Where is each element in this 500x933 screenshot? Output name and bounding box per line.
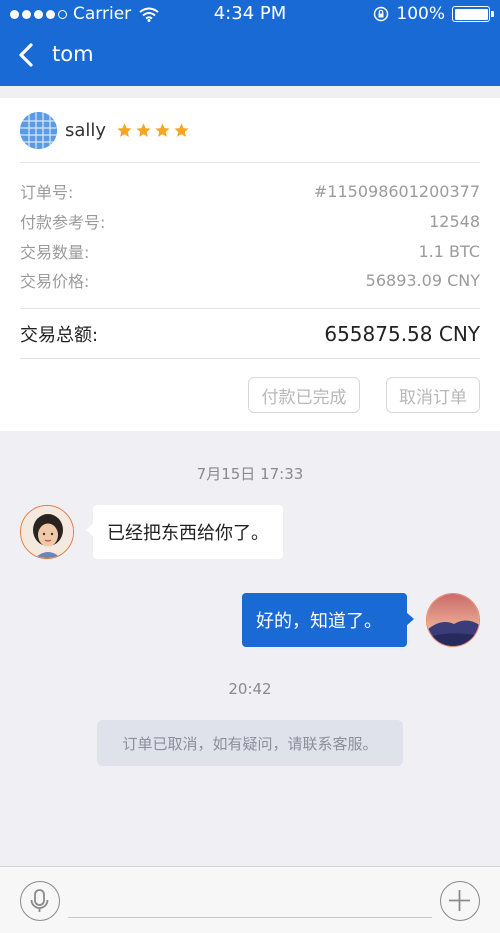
seller-avatar-image — [20, 112, 57, 149]
trade-price-label: 交易价格: — [20, 272, 90, 291]
voice-button[interactable] — [20, 881, 60, 921]
divider — [20, 162, 480, 163]
payment-ref-label: 付款参考号: — [20, 213, 106, 232]
total-value: 655875.58 CNY — [324, 322, 480, 346]
status-bar: Carrier 4:34 PM 100% — [0, 0, 500, 28]
order-card: sally 订单号: #115098601200377 付款参考号: 12548… — [0, 98, 500, 431]
star-icon — [136, 123, 151, 137]
add-button[interactable] — [440, 881, 480, 921]
divider — [20, 308, 480, 309]
my-avatar[interactable] — [426, 593, 480, 647]
status-right: 100% — [373, 4, 494, 24]
total-row: 交易总额: 655875.58 CNY — [20, 320, 480, 348]
message-input[interactable] — [68, 917, 432, 918]
order-number-label: 订单号: — [20, 183, 74, 202]
total-label: 交易总额: — [20, 325, 99, 346]
order-number-value: #115098601200377 — [313, 181, 480, 201]
plus-icon — [449, 890, 470, 911]
nav-title: tom — [52, 42, 94, 66]
microphone-icon — [30, 889, 49, 912]
payment-done-button[interactable]: 付款已完成 — [248, 377, 360, 413]
seller-row: sally — [20, 112, 190, 149]
chat-screen: Carrier 4:34 PM 100% tom sally 订单号: #115… — [0, 0, 500, 933]
sender-avatar-image — [21, 506, 73, 558]
chat-timestamp: 7月15日 17:33 — [196, 465, 304, 483]
incoming-message[interactable]: 已经把东西给你了。 — [86, 505, 283, 559]
divider — [20, 358, 480, 359]
star-icon — [174, 123, 189, 137]
input-bar — [0, 866, 500, 933]
my-avatar-image — [427, 594, 479, 646]
trade-amount-row: 交易数量: 1.1 BTC — [20, 240, 480, 263]
battery-icon — [452, 6, 494, 22]
back-icon[interactable] — [12, 40, 42, 70]
outgoing-message[interactable]: 好的，知道了。 — [242, 593, 414, 647]
cancel-order-button[interactable]: 取消订单 — [386, 377, 480, 413]
star-icon — [155, 123, 170, 137]
system-notice: 订单已取消，如有疑问，请联系客服。 — [97, 720, 403, 766]
nav-bar: tom — [0, 30, 500, 84]
trade-price-value: 56893.09 CNY — [365, 270, 480, 290]
seller-avatar[interactable] — [20, 112, 57, 149]
trade-price-row: 交易价格: 56893.09 CNY — [20, 269, 480, 292]
trade-amount-label: 交易数量: — [20, 243, 90, 262]
rotation-lock-icon — [374, 6, 389, 22]
seller-name: sally — [65, 120, 107, 141]
trade-amount-value: 1.1 BTC — [418, 241, 480, 261]
header: Carrier 4:34 PM 100% tom — [0, 0, 500, 86]
payment-ref-row: 付款参考号: 12548 — [20, 210, 480, 233]
battery-label: 100% — [396, 4, 445, 24]
star-icon — [117, 123, 132, 137]
chat-timestamp: 20:42 — [228, 680, 272, 698]
seller-rating — [116, 122, 190, 139]
sender-avatar[interactable] — [20, 505, 74, 559]
payment-ref-value: 12548 — [429, 211, 480, 231]
order-number-row: 订单号: #115098601200377 — [20, 180, 480, 203]
